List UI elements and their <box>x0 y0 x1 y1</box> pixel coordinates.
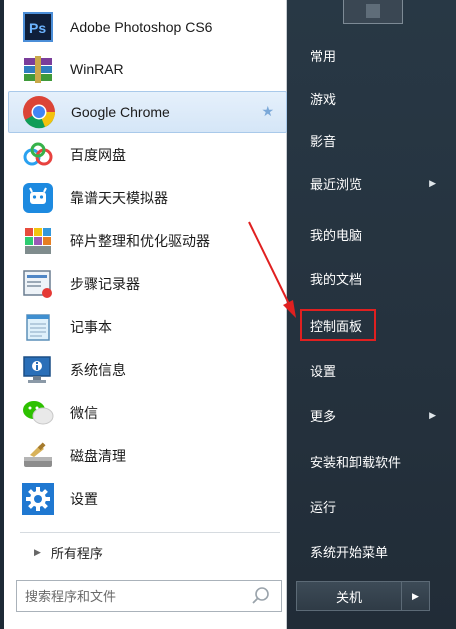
menu-item-my-documents[interactable]: 我的文档 <box>294 260 442 296</box>
emulator-icon <box>20 180 56 216</box>
menu-item-label: 运行 <box>310 499 337 515</box>
triangle-right-icon: ▶ <box>34 546 41 557</box>
program-label: Adobe Photoshop CS6 <box>70 19 213 35</box>
menu-item-label: 系统开始菜单 <box>310 544 389 560</box>
photoshop-icon: Ps <box>20 9 56 45</box>
program-label: Google Chrome <box>71 104 170 120</box>
program-photoshop[interactable]: Ps Adobe Photoshop CS6 <box>8 6 287 48</box>
menu-item-label: 控制面板 <box>310 318 363 334</box>
program-label: 磁盘清理 <box>70 448 126 464</box>
menu-item-more[interactable]: 更多 ▶ <box>294 397 442 433</box>
program-label: WinRAR <box>70 61 124 77</box>
program-notepad[interactable]: 记事本 <box>8 306 287 348</box>
menu-item-system-start-menu[interactable]: 系统开始菜单 <box>294 533 442 569</box>
program-google-chrome[interactable]: Google Chrome ★ <box>8 91 287 133</box>
program-label: 碎片整理和优化驱动器 <box>70 233 210 249</box>
menu-item-recent[interactable]: 最近浏览 ▶ <box>294 165 442 201</box>
program-label: 系统信息 <box>70 362 126 378</box>
baidu-netdisk-icon <box>20 137 56 173</box>
search-icon[interactable] <box>251 586 271 611</box>
system-info-icon <box>20 352 56 388</box>
program-label: 靠谱天天模拟器 <box>70 190 168 206</box>
steps-recorder-icon <box>20 266 56 302</box>
program-label: 记事本 <box>70 319 112 335</box>
svg-text:Ps: Ps <box>29 20 46 36</box>
program-emulator[interactable]: 靠谱天天模拟器 <box>8 177 287 219</box>
program-defrag[interactable]: 碎片整理和优化驱动器 <box>8 220 287 262</box>
program-baidu-netdisk[interactable]: 百度网盘 <box>8 134 287 176</box>
program-system-info[interactable]: 系统信息 <box>8 349 287 391</box>
all-programs-label: 所有程序 <box>50 545 103 561</box>
program-steps-recorder[interactable]: 步骤记录器 <box>8 263 287 305</box>
menu-item-label: 最近浏览 <box>310 176 363 192</box>
menu-item-media[interactable]: 影音 <box>294 122 442 158</box>
user-avatar[interactable] <box>343 0 403 24</box>
menu-item-common[interactable]: 常用 <box>294 37 442 73</box>
shutdown-button[interactable]: 关机 <box>296 581 402 611</box>
search-box[interactable] <box>16 580 282 612</box>
menu-item-label: 我的电脑 <box>310 227 363 243</box>
menu-item-label: 影音 <box>310 133 337 149</box>
program-label: 步骤记录器 <box>70 276 140 292</box>
program-wechat[interactable]: 微信 <box>8 392 287 434</box>
shutdown-group: 关机 ▶ <box>296 581 430 611</box>
defrag-icon <box>20 223 56 259</box>
menu-item-label: 游戏 <box>310 91 337 107</box>
programs-panel: Ps Adobe Photoshop CS6 WinRAR Google Chr… <box>4 0 287 629</box>
menu-item-games[interactable]: 游戏 <box>294 80 442 116</box>
menu-item-label: 设置 <box>310 363 337 379</box>
winrar-icon <box>20 51 56 87</box>
menu-item-run[interactable]: 运行 <box>294 488 442 524</box>
pin-star-icon[interactable]: ★ <box>261 103 274 120</box>
menu-item-control-panel[interactable]: 控制面板 <box>300 309 376 341</box>
menu-item-install-uninstall[interactable]: 安装和卸载软件 <box>294 443 442 479</box>
program-disk-cleanup[interactable]: 磁盘清理 <box>8 435 287 477</box>
notepad-icon <box>20 309 56 345</box>
submenu-arrow-icon: ▶ <box>429 177 436 188</box>
menu-item-my-computer[interactable]: 我的电脑 <box>294 216 442 252</box>
program-label: 百度网盘 <box>70 147 126 163</box>
shutdown-options-arrow-icon[interactable]: ▶ <box>402 581 430 611</box>
menu-item-label: 更多 <box>310 408 337 424</box>
program-label: 设置 <box>70 491 98 507</box>
chrome-icon <box>21 94 57 130</box>
all-programs-button[interactable]: ▶ 所有程序 <box>8 540 287 564</box>
menu-item-label: 常用 <box>310 48 337 64</box>
submenu-arrow-icon: ▶ <box>429 409 436 420</box>
program-label: 微信 <box>70 405 98 421</box>
menu-item-settings[interactable]: 设置 <box>294 352 442 388</box>
program-settings[interactable]: 设置 <box>8 478 287 520</box>
settings-gear-icon <box>20 481 56 517</box>
search-input[interactable] <box>25 588 245 604</box>
program-winrar[interactable]: WinRAR <box>8 48 287 90</box>
menu-item-label: 安装和卸载软件 <box>310 454 402 470</box>
divider <box>20 532 280 533</box>
wechat-icon <box>20 395 56 431</box>
menu-item-label: 我的文档 <box>310 271 363 287</box>
disk-cleanup-icon <box>20 438 56 474</box>
